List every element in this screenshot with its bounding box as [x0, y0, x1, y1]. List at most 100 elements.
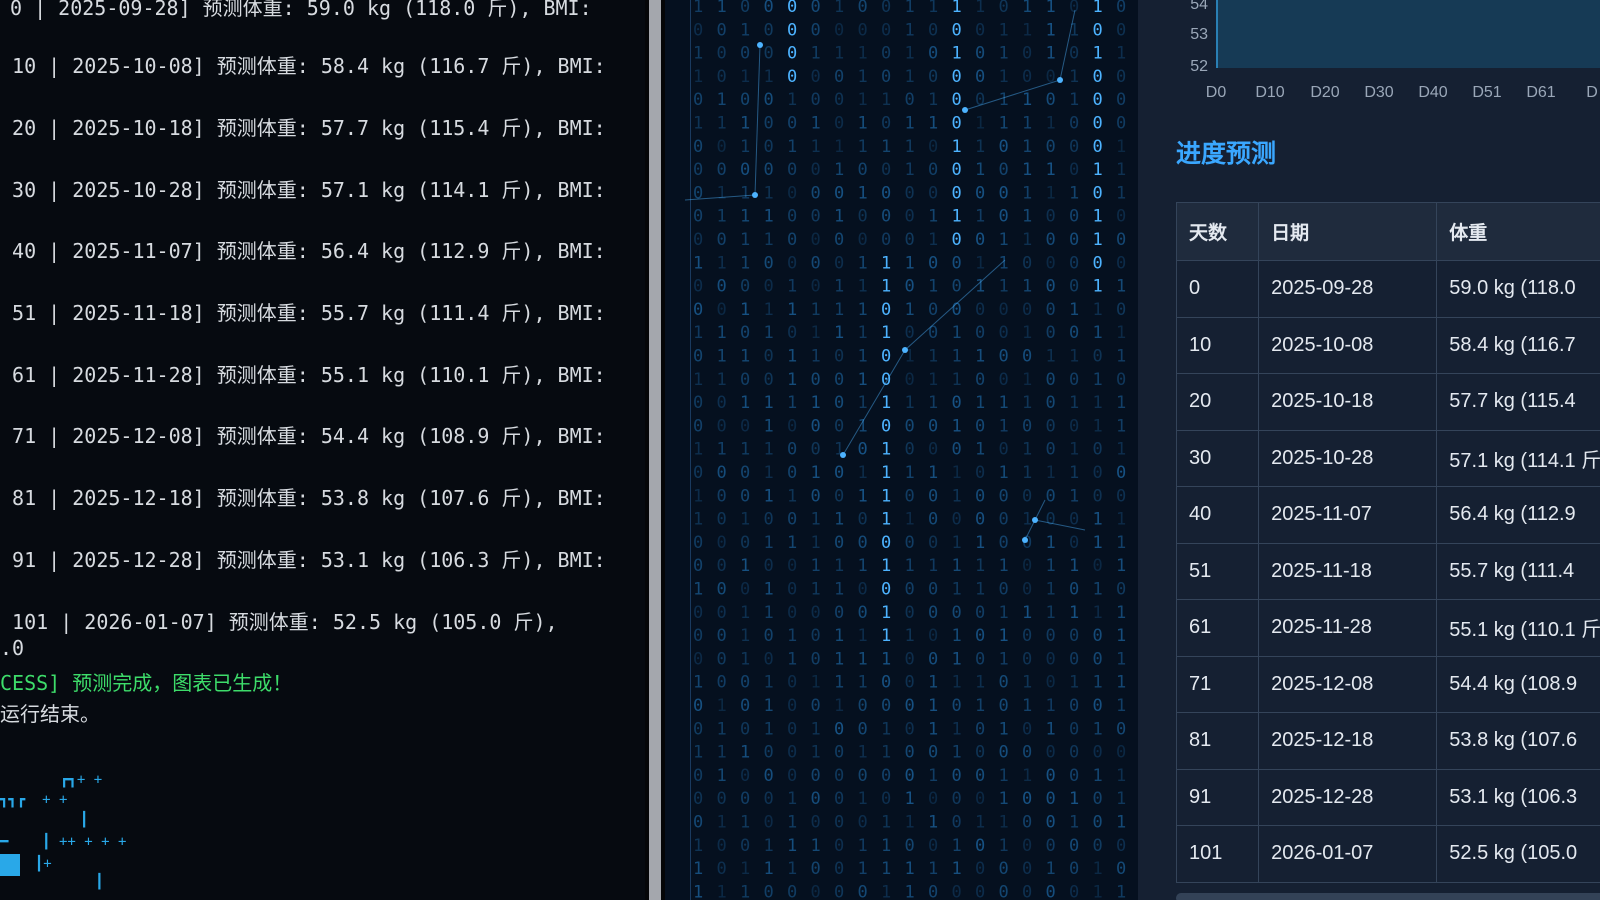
matrix-glyph: 0 — [717, 486, 727, 506]
cell-date: 2025-12-08 — [1258, 655, 1438, 713]
matrix-glyph: 1 — [1069, 789, 1079, 809]
matrix-glyph: 0 — [905, 277, 915, 297]
matrix-glyph: 1 — [1069, 603, 1079, 623]
matrix-glyph: 0 — [740, 44, 750, 64]
matrix-glyph: 0 — [764, 0, 774, 17]
matrix-glyph: 0 — [1093, 90, 1103, 110]
matrix-glyph: 1 — [952, 743, 962, 763]
matrix-glyph: 0 — [975, 44, 985, 64]
matrix-glyph: 0 — [905, 603, 915, 623]
terminal-line: 40 | 2025-11-07] 预测体重: 56.4 kg (112.9 斤)… — [0, 239, 606, 263]
network-node — [840, 452, 846, 458]
matrix-glyph: 1 — [928, 393, 938, 413]
matrix-glyph: 0 — [1022, 882, 1032, 900]
matrix-glyph: 1 — [905, 510, 915, 530]
matrix-glyph: 0 — [834, 859, 844, 879]
network-node — [1057, 77, 1063, 83]
matrix-glyph: 0 — [693, 789, 703, 809]
matrix-glyph: 0 — [717, 789, 727, 809]
matrix-glyph: 0 — [834, 114, 844, 134]
matrix-glyph: 0 — [999, 510, 1009, 530]
matrix-glyph: 1 — [905, 114, 915, 134]
y-tick-label: 53 — [1190, 26, 1208, 43]
matrix-glyph: 1 — [928, 719, 938, 739]
matrix-glyph: 0 — [787, 183, 797, 203]
matrix-glyph: 0 — [811, 440, 821, 460]
matrix-glyph: 1 — [905, 813, 915, 833]
cell-date: 2025-12-18 — [1258, 712, 1438, 770]
matrix-glyph: 1 — [1069, 90, 1079, 110]
matrix-glyph: 1 — [952, 649, 962, 669]
matrix-glyph: 0 — [1116, 836, 1126, 856]
matrix-glyph: 1 — [740, 649, 750, 669]
matrix-glyph: 1 — [787, 626, 797, 646]
matrix-glyph: 1 — [952, 347, 962, 367]
prediction-table-container[interactable]: 天数 日期 体重 0 2025-09-28 59.0 kg (118.0 10 2025… — [1175, 202, 1600, 883]
matrix-glyph: 1 — [999, 20, 1009, 40]
matrix-glyph: 1 — [693, 114, 703, 134]
matrix-glyph: 0 — [999, 347, 1009, 367]
ascii-art-line: ┃ — [70, 874, 104, 890]
matrix-glyph: 1 — [999, 277, 1009, 297]
matrix-glyph: 1 — [740, 603, 750, 623]
matrix-glyph: 1 — [905, 393, 915, 413]
matrix-glyph: 0 — [1116, 20, 1126, 40]
matrix-glyph: 1 — [1022, 323, 1032, 343]
matrix-glyph: 1 — [787, 300, 797, 320]
matrix-glyph: 0 — [834, 20, 844, 40]
matrix-glyph: 0 — [858, 160, 868, 180]
table-row: 101 2026-01-07 52.5 kg (105.0 — [1175, 825, 1600, 883]
matrix-glyph: 0 — [1069, 766, 1079, 786]
matrix-glyph: 1 — [1046, 556, 1056, 576]
matrix-glyph: 0 — [811, 370, 821, 390]
matrix-glyph: 0 — [787, 0, 797, 17]
matrix-glyph: 0 — [740, 277, 750, 297]
cell-date: 2025-10-28 — [1258, 429, 1438, 487]
matrix-glyph: 1 — [858, 253, 868, 273]
matrix-glyph: 1 — [1093, 230, 1103, 250]
matrix-glyph: 0 — [787, 44, 797, 64]
window-divider[interactable] — [645, 0, 665, 900]
matrix-glyph: 0 — [764, 743, 774, 763]
ascii-art-line: ┓┓┏ + + — [0, 792, 68, 808]
matrix-glyph: 0 — [1046, 230, 1056, 250]
matrix-glyph: 1 — [881, 253, 891, 273]
matrix-glyph: 0 — [975, 719, 985, 739]
matrix-glyph: 0 — [1069, 696, 1079, 716]
divider-bar[interactable] — [649, 0, 661, 900]
matrix-glyph: 1 — [834, 160, 844, 180]
matrix-glyph: 1 — [693, 370, 703, 390]
matrix-glyph: 1 — [717, 440, 727, 460]
matrix-glyph: 1 — [952, 44, 962, 64]
matrix-glyph: 0 — [834, 603, 844, 623]
terminal-window[interactable]: 0 | 2025-09-28] 预测体重: 59.0 kg (118.0 斤),… — [0, 0, 645, 900]
matrix-glyph: 0 — [975, 766, 985, 786]
matrix-glyph: 1 — [1069, 486, 1079, 506]
matrix-glyph: 1 — [834, 323, 844, 343]
matrix-glyph: 0 — [881, 230, 891, 250]
matrix-glyph: 0 — [881, 580, 891, 600]
matrix-glyph: 1 — [881, 836, 891, 856]
matrix-glyph: 0 — [1022, 813, 1032, 833]
matrix-glyph: 1 — [1069, 556, 1079, 576]
matrix-glyph: 1 — [1022, 673, 1032, 693]
horizontal-scrollbar[interactable] — [1176, 893, 1600, 900]
matrix-glyph: 0 — [693, 160, 703, 180]
matrix-glyph: 0 — [764, 766, 774, 786]
matrix-glyph: 0 — [952, 393, 962, 413]
matrix-glyph: 1 — [858, 859, 868, 879]
matrix-glyph: 1 — [952, 137, 962, 157]
matrix-glyph: 1 — [740, 230, 750, 250]
terminal-line: 10 | 2025-10-08] 预测体重: 58.4 kg (116.7 斤)… — [0, 54, 606, 78]
matrix-glyph: 0 — [834, 813, 844, 833]
table-row: 81 2025-12-18 53.8 kg (107.6 — [1175, 712, 1600, 770]
matrix-glyph: 0 — [717, 580, 727, 600]
matrix-glyph: 1 — [881, 603, 891, 623]
matrix-glyph: 0 — [811, 20, 821, 40]
matrix-glyph: 1 — [740, 20, 750, 40]
matrix-glyph: 1 — [1069, 183, 1079, 203]
table-row: 10 2025-10-08 58.4 kg (116.7 — [1175, 316, 1600, 374]
matrix-glyph: 0 — [717, 859, 727, 879]
matrix-glyph: 1 — [999, 813, 1009, 833]
matrix-glyph: 1 — [905, 859, 915, 879]
